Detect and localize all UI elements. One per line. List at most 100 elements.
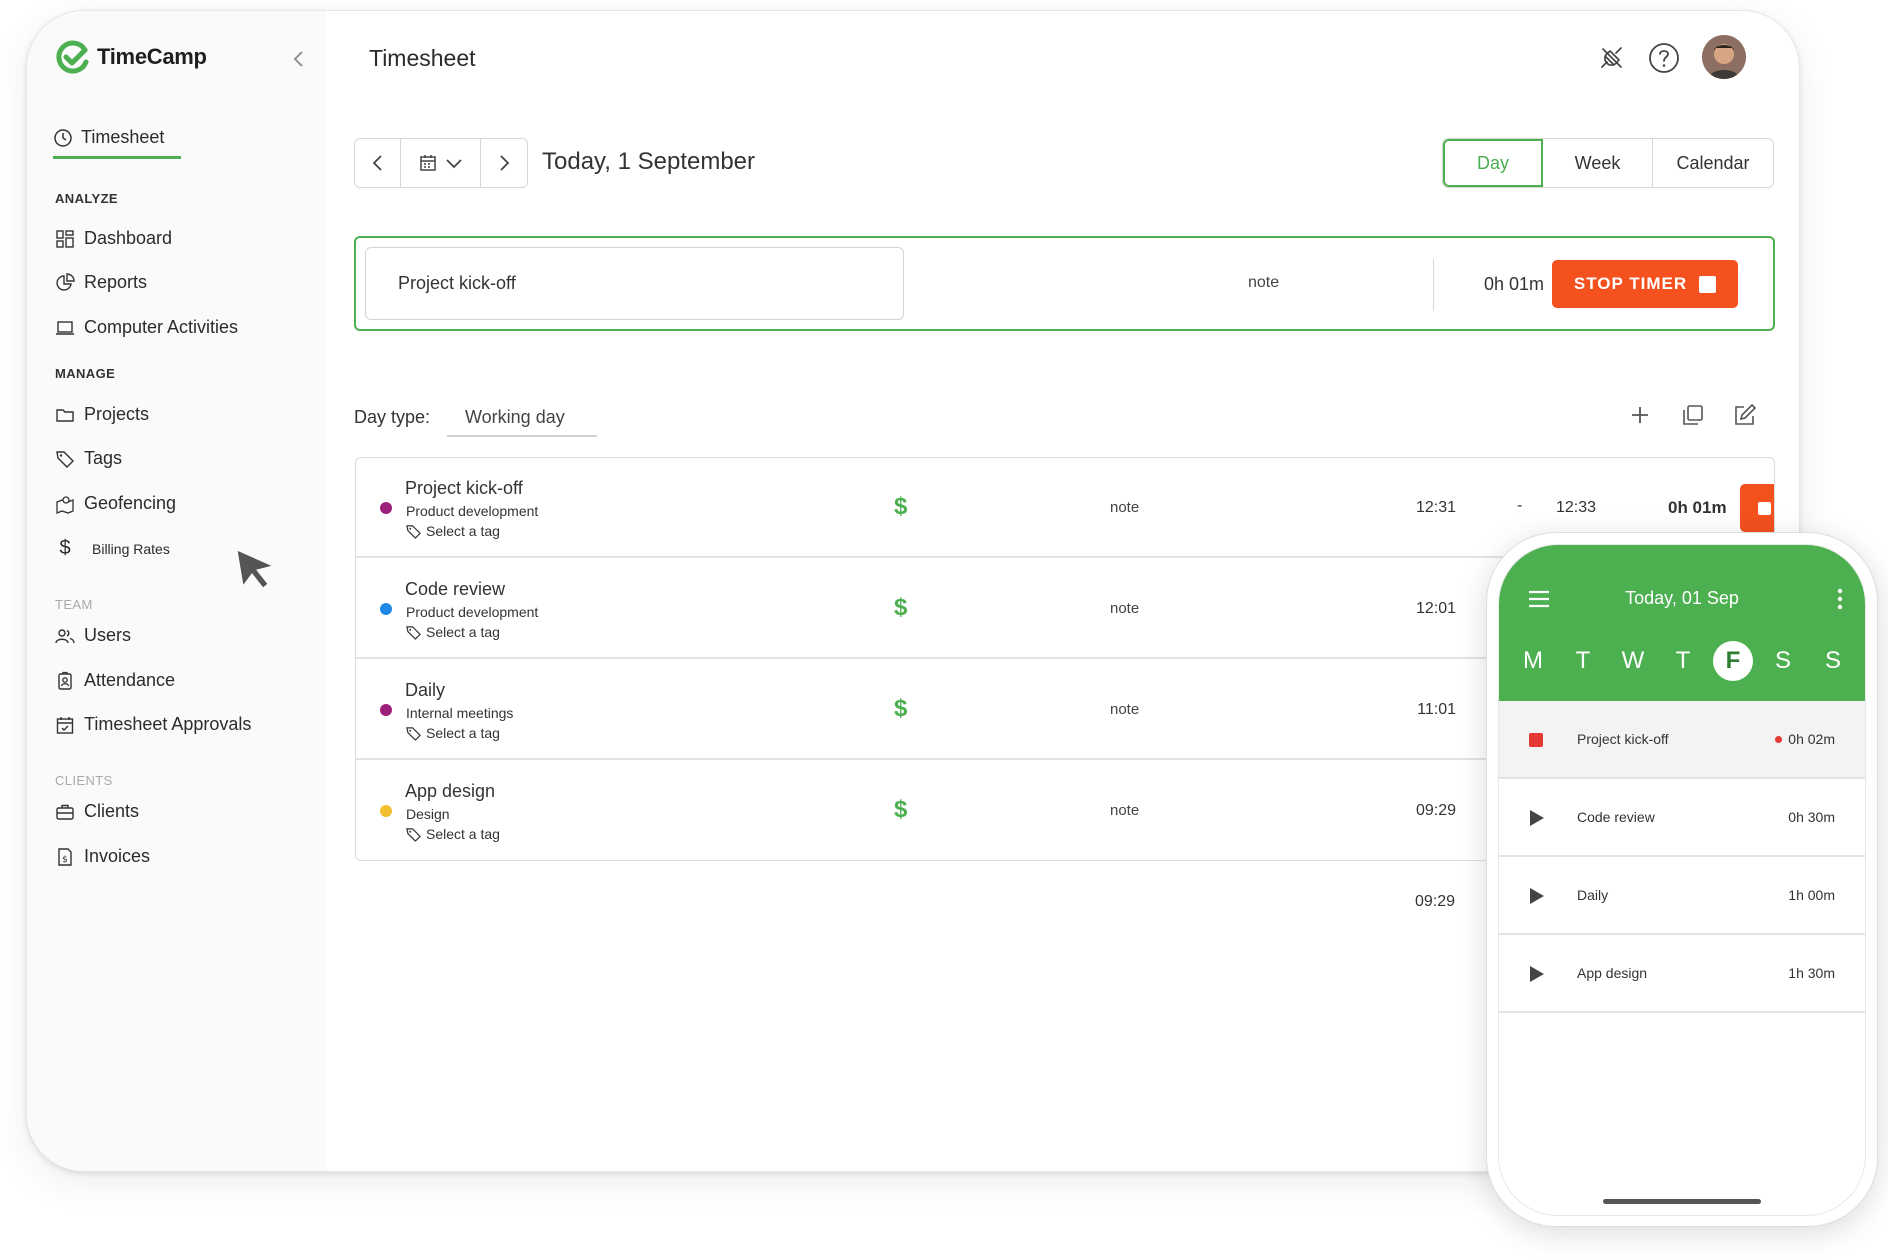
billable-dollar-icon[interactable]: $ — [894, 594, 907, 622]
billable-dollar-icon[interactable]: $ — [894, 493, 907, 521]
collapse-sidebar-chevron-left-icon[interactable] — [289, 49, 309, 69]
time-separator: - — [1517, 497, 1523, 514]
entry-project[interactable]: Internal meetings — [406, 705, 513, 721]
mobile-entry-label: Project kick-off — [1577, 731, 1669, 747]
project-color-dot — [380, 805, 392, 817]
next-day-button[interactable] — [481, 139, 527, 187]
entry-start-time[interactable]: 09:29 — [1396, 802, 1456, 820]
tab-day[interactable]: Day — [1443, 139, 1543, 187]
clock-icon — [54, 128, 72, 147]
previous-day-button[interactable] — [355, 139, 401, 187]
duplicate-icon[interactable] — [1680, 402, 1706, 428]
day-wednesday[interactable]: W — [1613, 641, 1653, 681]
day-friday-selected[interactable]: F — [1713, 641, 1753, 681]
add-entry-plus-icon[interactable] — [1627, 402, 1653, 428]
more-vertical-icon[interactable] — [1837, 588, 1843, 610]
stop-entry-button[interactable] — [1740, 484, 1774, 532]
day-type-select[interactable]: Working day — [447, 397, 597, 437]
day-saturday[interactable]: S — [1763, 641, 1803, 681]
entry-project[interactable]: Product development — [406, 604, 538, 620]
sidebar-item-label: Computer Activities — [84, 317, 239, 337]
sidebar-item-timesheet-approvals[interactable]: Timesheet Approvals — [55, 714, 251, 735]
sidebar-item-clients[interactable]: Clients — [55, 801, 139, 822]
billable-dollar-icon[interactable]: $ — [894, 695, 907, 723]
mobile-entry-label: Daily — [1577, 887, 1609, 903]
sidebar-item-dashboard[interactable]: Dashboard — [55, 228, 172, 249]
select-tag-button[interactable]: Select a tag — [406, 624, 500, 640]
plug-icon[interactable] — [1595, 41, 1629, 75]
edit-icon[interactable] — [1732, 402, 1758, 428]
timer-note-field[interactable]: note — [1248, 274, 1279, 292]
select-tag-button[interactable]: Select a tag — [406, 523, 500, 539]
play-icon[interactable] — [1527, 965, 1545, 983]
day-thursday[interactable]: T — [1663, 641, 1703, 681]
entry-start-time[interactable]: 11:01 — [1396, 701, 1456, 719]
tab-calendar[interactable]: Calendar — [1653, 139, 1773, 187]
billable-dollar-icon[interactable]: $ — [894, 796, 907, 824]
entry-duration[interactable]: 0h 01m — [1668, 498, 1727, 518]
tag-icon — [406, 726, 421, 741]
entry-title[interactable]: App design — [405, 781, 495, 802]
sidebar-item-geofencing[interactable]: Geofencing — [55, 493, 176, 514]
sidebar-item-label: Timesheet — [81, 127, 165, 147]
sidebar-item-label: Geofencing — [84, 493, 177, 513]
user-avatar[interactable] — [1702, 35, 1746, 79]
day-monday[interactable]: M — [1513, 641, 1553, 681]
day-sunday[interactable]: S — [1813, 641, 1853, 681]
chevron-down-icon — [445, 159, 462, 169]
sidebar-item-timesheet[interactable]: Timesheet — [53, 127, 181, 159]
date-picker-button[interactable] — [401, 139, 481, 187]
stop-square-icon[interactable] — [1527, 731, 1545, 749]
sidebar-item-label: Timesheet Approvals — [84, 714, 252, 734]
entry-note[interactable]: note — [1110, 802, 1139, 819]
mobile-entry-row[interactable]: Code review 0h 30m — [1499, 779, 1865, 857]
sidebar-item-projects[interactable]: Projects — [55, 404, 149, 425]
entry-end-time[interactable]: 12:33 — [1556, 499, 1596, 517]
entry-title[interactable]: Daily — [405, 680, 445, 701]
entry-note[interactable]: note — [1110, 499, 1139, 516]
entry-project[interactable]: Design — [406, 806, 450, 822]
day-type-label: Day type: — [354, 407, 431, 427]
entry-start-time[interactable]: 12:01 — [1396, 600, 1456, 618]
tab-week[interactable]: Week — [1543, 139, 1653, 187]
stop-square-icon — [1757, 501, 1771, 515]
total-time: 09:29 — [1414, 893, 1455, 910]
day-tuesday[interactable]: T — [1563, 641, 1603, 681]
pie-chart-icon — [56, 272, 75, 291]
play-icon[interactable] — [1527, 809, 1545, 827]
home-indicator[interactable] — [1603, 1199, 1761, 1204]
entry-note[interactable]: note — [1110, 701, 1139, 718]
date-navigation — [354, 138, 528, 188]
entry-start-time[interactable]: 12:31 — [1396, 499, 1456, 517]
task-input[interactable]: Project kick-off — [365, 247, 904, 320]
sidebar-item-billing-rates[interactable]: $ Billing Rates — [55, 537, 169, 560]
users-icon — [55, 628, 75, 643]
entry-note[interactable]: note — [1110, 600, 1139, 617]
select-tag-button[interactable]: Select a tag — [406, 725, 500, 741]
sidebar-item-invoices[interactable]: $ Invoices — [55, 846, 150, 867]
play-icon[interactable] — [1527, 887, 1545, 905]
entry-title[interactable]: Project kick-off — [405, 478, 523, 499]
stop-timer-button[interactable]: STOP TIMER — [1552, 260, 1738, 308]
sidebar-item-tags[interactable]: Tags — [55, 448, 122, 469]
mobile-entry-row[interactable]: Project kick-off 0h 02m — [1499, 701, 1865, 779]
view-switcher: Day Week Calendar — [1442, 138, 1774, 188]
entry-project[interactable]: Product development — [406, 503, 538, 519]
project-color-dot — [380, 704, 392, 716]
entry-title[interactable]: Code review — [405, 579, 505, 600]
help-icon[interactable] — [1647, 41, 1681, 75]
mobile-entry-row[interactable]: App design 1h 30m — [1499, 935, 1865, 1013]
logo[interactable]: TimeCamp — [56, 40, 207, 74]
tag-label: Select a tag — [426, 624, 500, 640]
laptop-icon — [56, 320, 74, 335]
page-title: Timesheet — [369, 45, 476, 71]
sidebar-item-attendance[interactable]: Attendance — [55, 670, 175, 691]
sidebar-item-computer-activities[interactable]: Computer Activities — [55, 317, 238, 338]
stop-timer-label: STOP TIMER — [1573, 274, 1688, 293]
mobile-entry-row[interactable]: Daily 1h 00m — [1499, 857, 1865, 935]
sidebar-item-users[interactable]: Users — [55, 625, 131, 646]
svg-text:$: $ — [62, 855, 68, 865]
week-day-selector: M T W T F S S — [1513, 641, 1853, 681]
select-tag-button[interactable]: Select a tag — [406, 826, 500, 842]
sidebar-item-reports[interactable]: Reports — [55, 272, 147, 293]
